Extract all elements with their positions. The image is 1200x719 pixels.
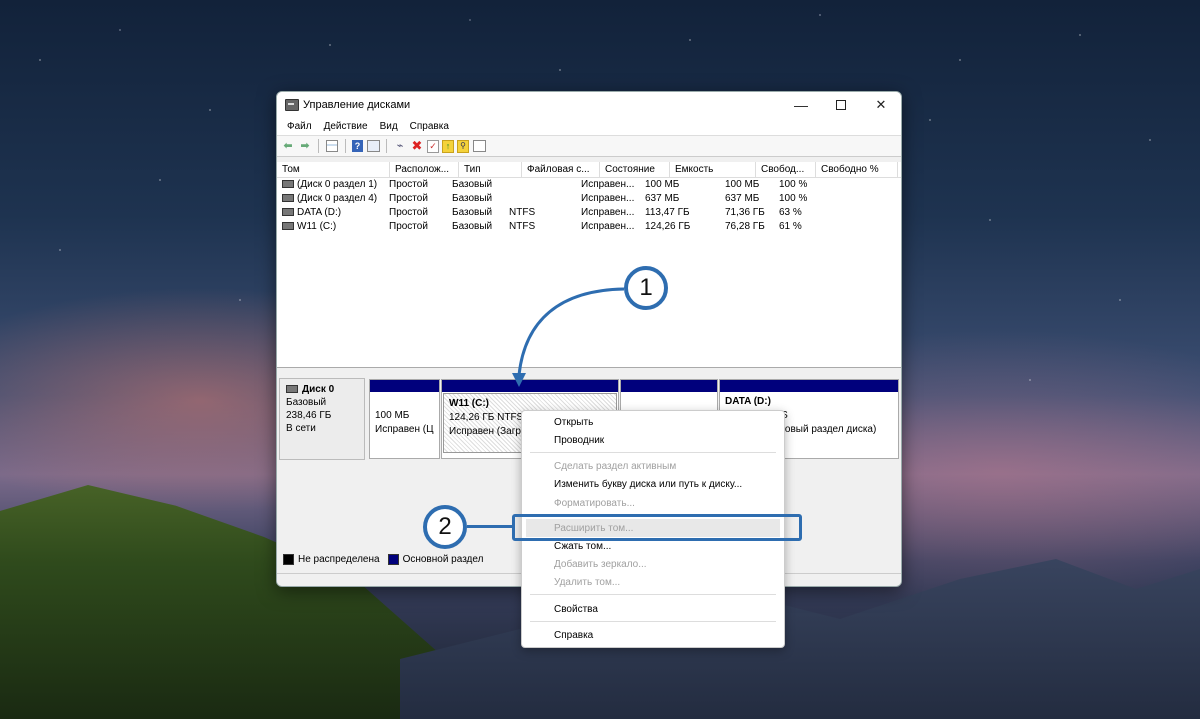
callout-2-badge: 2 [423, 505, 467, 549]
callout-arrow [512, 287, 625, 387]
callout-arrow-head [512, 373, 526, 387]
callout-1-badge: 1 [624, 266, 668, 310]
extend-volume-highlight [512, 514, 802, 541]
callout-arrow-path [517, 287, 625, 376]
callout-2-connector [467, 525, 513, 528]
